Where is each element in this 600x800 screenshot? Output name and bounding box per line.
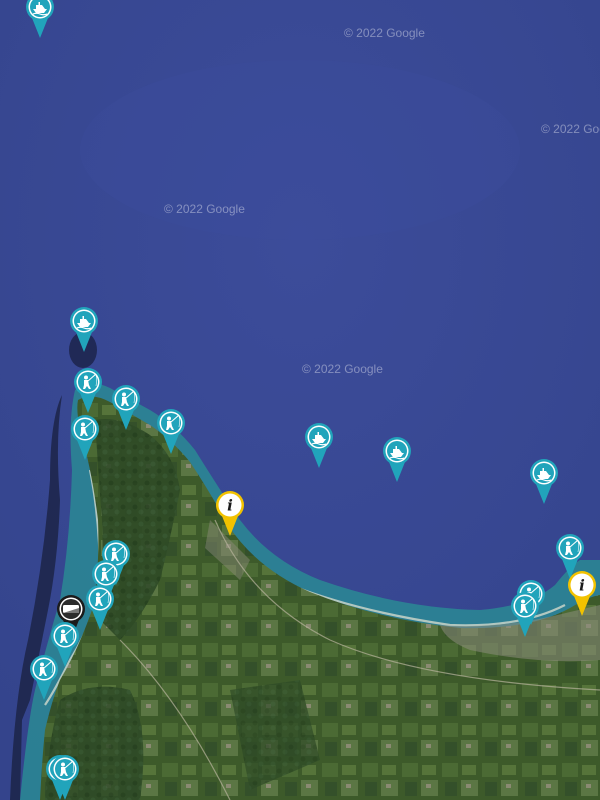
- fishing-marker[interactable]: [73, 367, 103, 413]
- angler-icon: [157, 409, 185, 454]
- fishing-marker[interactable]: [156, 408, 186, 454]
- boat-marker[interactable]: [25, 0, 55, 38]
- angler-icon: [74, 368, 102, 413]
- svg-text:i: i: [227, 497, 233, 515]
- info-marker[interactable]: i: [567, 570, 597, 616]
- boat-marker[interactable]: [529, 458, 559, 504]
- info-marker[interactable]: i: [215, 490, 245, 536]
- info-icon: i: [216, 491, 244, 536]
- svg-text:i: i: [579, 577, 585, 595]
- boat-marker[interactable]: [304, 422, 334, 468]
- angler-icon: [86, 585, 114, 630]
- fishing-marker[interactable]: [111, 384, 141, 430]
- angler-icon: [112, 385, 140, 430]
- angler-icon: [71, 415, 99, 460]
- boat-marker[interactable]: [69, 306, 99, 352]
- satellite-map[interactable]: © 2022 Google © 2022 Google © 2022 Googl…: [0, 0, 600, 800]
- angler-icon: [30, 655, 58, 700]
- boat-icon: [26, 0, 54, 38]
- fishing-marker[interactable]: [50, 754, 80, 800]
- fishing-marker[interactable]: [70, 414, 100, 460]
- boat-icon: [70, 307, 98, 352]
- boat-icon: [383, 437, 411, 482]
- boat-icon: [305, 423, 333, 468]
- fishing-marker[interactable]: [85, 584, 115, 630]
- fishing-marker[interactable]: [510, 591, 540, 637]
- boat-marker[interactable]: [382, 436, 412, 482]
- boat-icon: [530, 459, 558, 504]
- angler-icon: [511, 592, 539, 637]
- fishing-marker[interactable]: [29, 654, 59, 700]
- info-icon: i: [568, 571, 596, 616]
- angler-icon: [51, 755, 79, 800]
